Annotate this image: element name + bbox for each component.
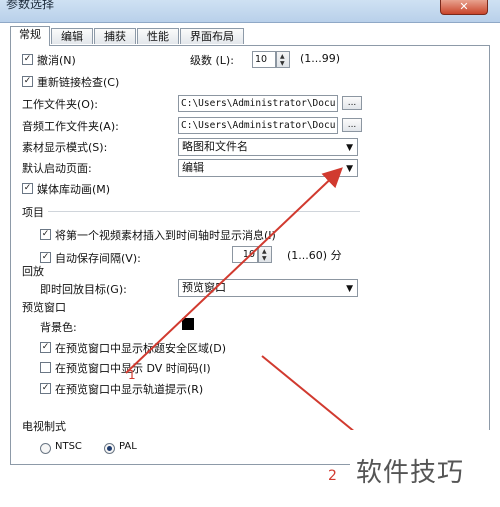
tab-general[interactable]: 常规 — [10, 26, 50, 46]
arrow-to-startup-page — [125, 167, 343, 374]
marker-2: 2 — [328, 468, 337, 484]
watermark-text: 软件技巧 — [356, 458, 465, 488]
marker-1: 1 — [128, 368, 136, 382]
watermark-area: 2 软件技巧 — [328, 430, 500, 507]
